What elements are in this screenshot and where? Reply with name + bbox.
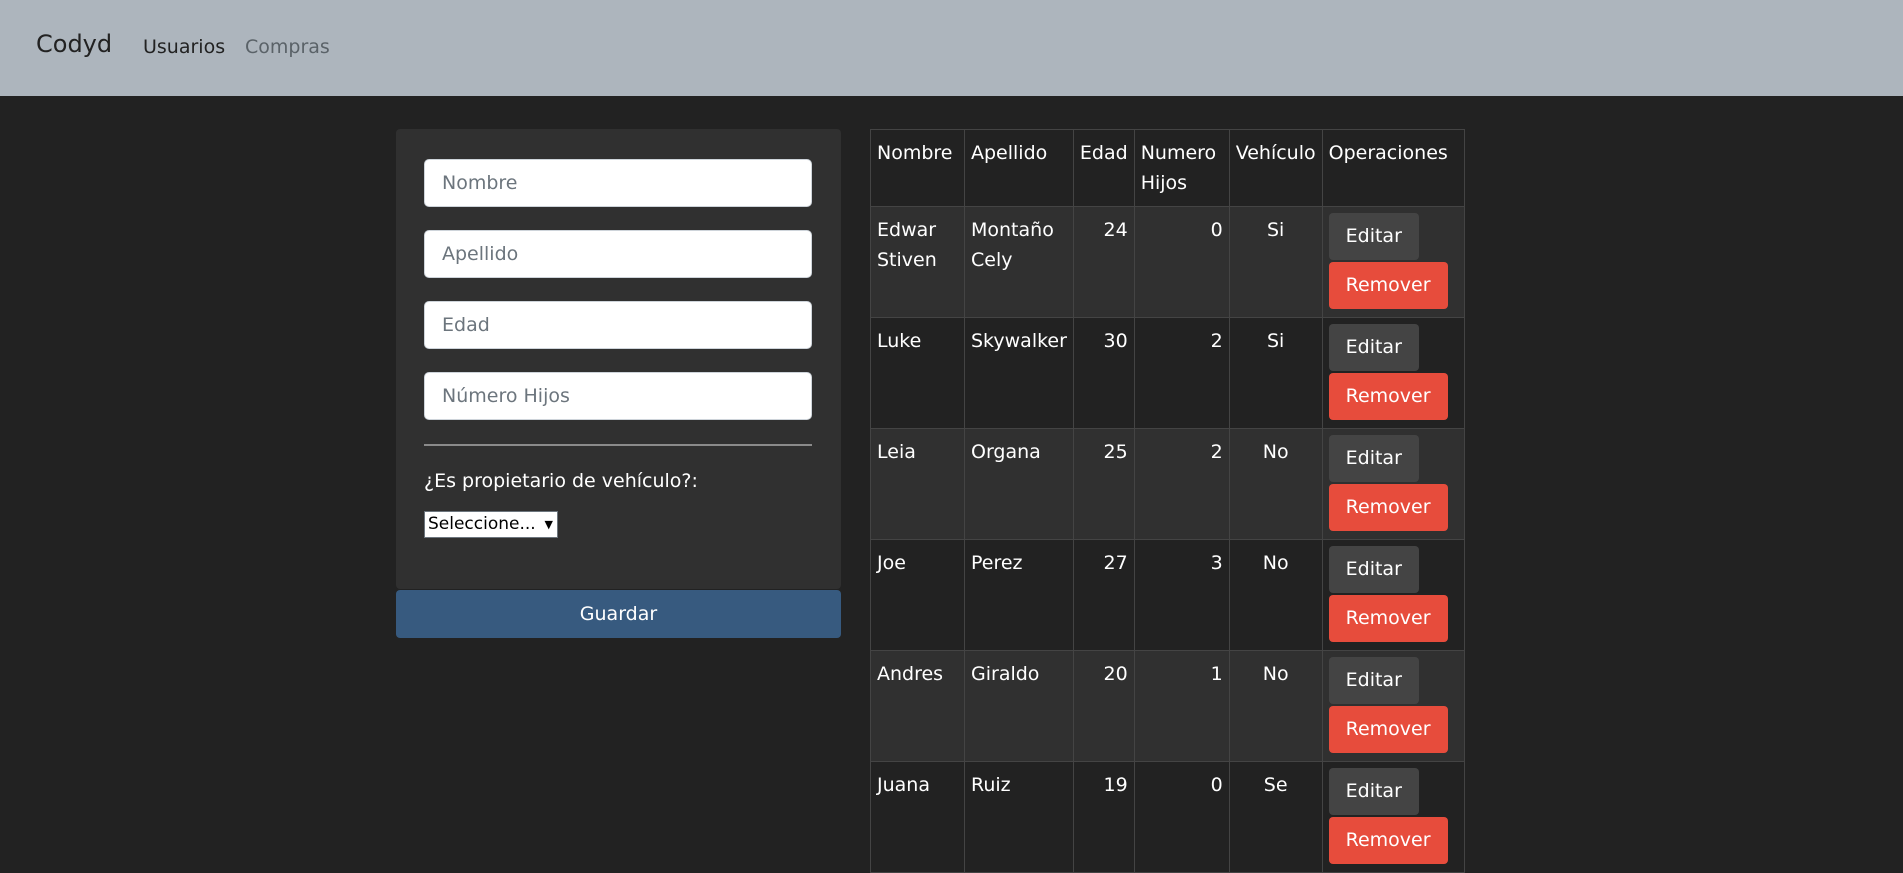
vehicle-question-label: ¿Es propietario de vehículo?: [424,470,698,492]
cell-edad: 30 [1072,317,1135,429]
chevron-down-icon: ▼ [544,518,553,531]
cell-edad: 19 [1072,761,1135,873]
form-divider [424,444,812,446]
cell-vehiculo: No [1228,650,1323,762]
cell-vehiculo: Si [1228,317,1323,429]
edit-button[interactable]: Editar [1328,435,1419,482]
cell-vehiculo: No [1228,428,1323,540]
nav-link-usuarios[interactable]: Usuarios [143,36,225,58]
cell-apellido: Skywalker [964,317,1074,429]
cell-vehiculo: Se [1228,761,1323,873]
table-row: Juana Ruiz 19 0 Se Editar Remover [870,761,1465,873]
header-vehiculo: Vehículo [1228,129,1323,207]
cell-apellido: Giraldo [964,650,1074,762]
navbar: Codyd Usuarios Compras [0,0,1903,96]
cell-apellido: Perez [964,539,1074,651]
table-row: Leia Organa 25 2 No Editar Remover [870,428,1465,540]
cell-operaciones: Editar Remover [1321,317,1465,429]
cell-edad: 27 [1072,539,1135,651]
cell-nombre: Edwar Stiven [870,206,965,318]
numero-hijos-input[interactable]: Número Hijos [424,372,812,420]
cell-hijos: 2 [1133,428,1230,540]
cell-operaciones: Editar Remover [1321,650,1465,762]
user-form-card: Nombre Apellido Edad Número Hijos ¿Es pr… [396,129,841,589]
users-table: Nombre Apellido Edad Numero Hijos Vehícu… [870,129,1465,873]
cell-apellido: Organa [964,428,1074,540]
remove-button[interactable]: Remover [1328,595,1448,642]
edit-button[interactable]: Editar [1328,768,1419,815]
edit-button[interactable]: Editar [1328,546,1419,593]
cell-apellido: Montaño Cely [964,206,1074,318]
remove-button[interactable]: Remover [1328,373,1448,420]
cell-vehiculo: No [1228,539,1323,651]
table-header-row: Nombre Apellido Edad Numero Hijos Vehícu… [870,129,1465,207]
nombre-input[interactable]: Nombre [424,159,812,207]
header-nombre: Nombre [870,129,965,207]
cell-edad: 24 [1072,206,1135,318]
remove-button[interactable]: Remover [1328,706,1448,753]
apellido-input[interactable]: Apellido [424,230,812,278]
edit-button[interactable]: Editar [1328,324,1419,371]
cell-nombre: Andres [870,650,965,762]
table-row: Joe Perez 27 3 No Editar Remover [870,539,1465,651]
save-button[interactable]: Guardar [396,590,841,638]
cell-operaciones: Editar Remover [1321,761,1465,873]
cell-operaciones: Editar Remover [1321,539,1465,651]
remove-button[interactable]: Remover [1328,484,1448,531]
cell-nombre: Leia [870,428,965,540]
edad-input[interactable]: Edad [424,301,812,349]
cell-nombre: Luke [870,317,965,429]
cell-edad: 20 [1072,650,1135,762]
vehicle-select-value: Seleccione... [428,514,536,534]
cell-hijos: 1 [1133,650,1230,762]
cell-operaciones: Editar Remover [1321,206,1465,318]
cell-nombre: Joe [870,539,965,651]
cell-edad: 25 [1072,428,1135,540]
cell-hijos: 0 [1133,761,1230,873]
cell-hijos: 0 [1133,206,1230,318]
cell-nombre: Juana [870,761,965,873]
cell-hijos: 3 [1133,539,1230,651]
table-row: Edwar Stiven Montaño Cely 24 0 Si Editar… [870,206,1465,318]
edit-button[interactable]: Editar [1328,657,1419,704]
cell-apellido: Ruiz [964,761,1074,873]
table-row: Luke Skywalker 30 2 Si Editar Remover [870,317,1465,429]
remove-button[interactable]: Remover [1328,262,1448,309]
vehicle-select[interactable]: Seleccione... ▼ [424,511,558,538]
remove-button[interactable]: Remover [1328,817,1448,864]
cell-operaciones: Editar Remover [1321,428,1465,540]
header-numero-hijos: Numero Hijos [1133,129,1230,207]
cell-vehiculo: Si [1228,206,1323,318]
table-row: Andres Giraldo 20 1 No Editar Remover [870,650,1465,762]
edit-button[interactable]: Editar [1328,213,1419,260]
cell-hijos: 2 [1133,317,1230,429]
nav-link-compras[interactable]: Compras [245,36,330,58]
header-edad: Edad [1072,129,1135,207]
header-apellido: Apellido [964,129,1074,207]
header-operaciones: Operaciones [1321,129,1465,207]
brand-link[interactable]: Codyd [36,30,112,58]
